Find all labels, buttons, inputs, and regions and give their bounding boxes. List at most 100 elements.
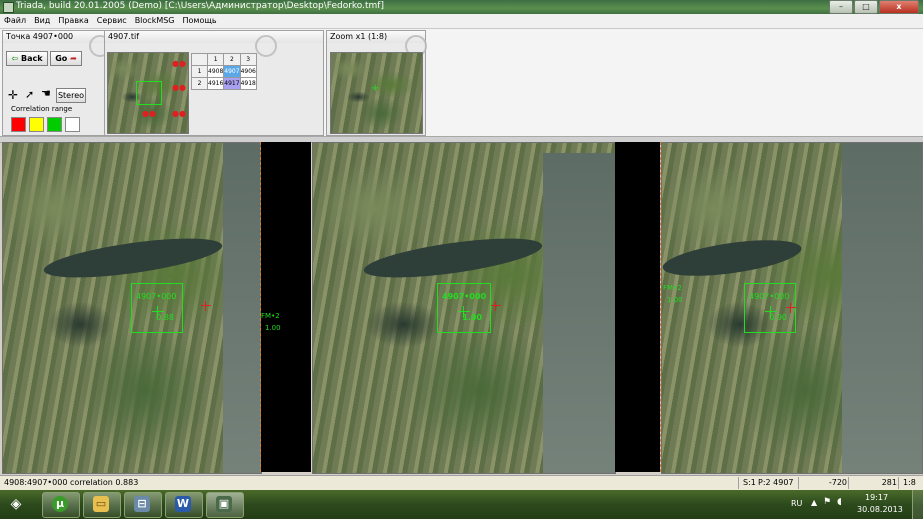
correlation-swatch-yellow[interactable] xyxy=(29,117,44,132)
correlation-swatch-green[interactable] xyxy=(47,117,62,132)
menu-service[interactable]: Сервис xyxy=(93,14,131,28)
menu-blockmsg[interactable]: BlockMSG xyxy=(131,14,179,28)
system-tray: RU ▲ ⚑ ◖ 19:17 30.08.2013 xyxy=(783,490,923,519)
grid-header-cell: 1 xyxy=(206,53,225,66)
image-view-left[interactable]: 4907•000 0.88 xyxy=(2,142,262,474)
measurement-box[interactable]: 4907•000 1.00 xyxy=(437,283,491,333)
volume-icon[interactable]: ◖ xyxy=(837,497,842,507)
grid-row-header: 2 xyxy=(191,77,208,90)
triada-icon: ▣ xyxy=(216,496,232,512)
status-point: P:2 4907 xyxy=(758,478,794,487)
grid-cell[interactable]: 4916 xyxy=(206,77,225,90)
back-button[interactable]: ⇦ Back xyxy=(6,51,48,66)
river-area xyxy=(662,233,804,283)
menu-edit[interactable]: Правка xyxy=(54,14,92,28)
measurement-label: 4907•000 xyxy=(749,292,790,301)
measurement-label: 4907•000 xyxy=(136,292,177,301)
folder-icon: ▭ xyxy=(93,496,109,512)
measurement-label: 4907•000 xyxy=(442,292,487,301)
menu-view[interactable]: Вид xyxy=(30,14,54,28)
crosshair-tool-icon[interactable]: ✛ xyxy=(8,89,18,101)
maximize-button[interactable]: □ xyxy=(854,0,878,14)
thumbnail-selection-box xyxy=(136,81,162,105)
taskbar-utorrent[interactable]: µ xyxy=(42,492,80,518)
clock-time[interactable]: 19:17 xyxy=(865,493,888,502)
menu-file[interactable]: Файл xyxy=(0,14,30,28)
no-data-area xyxy=(615,142,660,472)
minimize-button[interactable]: – xyxy=(829,0,853,14)
grid-cell[interactable]: 4918 xyxy=(239,77,257,90)
frame-grid: 1 2 3 1 4908 4907 4906 2 4916 4917 4918 xyxy=(191,53,257,90)
correlation-value: 1.00 xyxy=(462,313,482,322)
menu-bar: Файл Вид Правка Сервис BlockMSG Помощь xyxy=(0,14,923,29)
zoom-crosshair-icon: + xyxy=(371,83,380,94)
status-y: 281 xyxy=(848,477,899,489)
edge-point-value: 1.00 xyxy=(265,324,281,332)
grid-header-cell xyxy=(191,53,208,66)
edge-point-label: FM•2 xyxy=(663,284,682,292)
thumbnail-marker-icon: ●● xyxy=(172,59,186,68)
tif-thumbnail[interactable]: ●● ●● ●● ●● xyxy=(107,52,189,134)
measurement-box[interactable]: 4907•000 0.88 xyxy=(131,283,183,333)
go-arrow-icon: ➦ xyxy=(70,54,77,63)
flag-icon[interactable]: ⚑ xyxy=(823,497,831,507)
edge-point-value: 1.00 xyxy=(667,296,683,304)
pointer-tool-icon[interactable]: ➚ xyxy=(25,89,34,101)
correlation-swatch-white[interactable] xyxy=(65,117,80,132)
go-button[interactable]: Go ➦ xyxy=(50,51,82,66)
edge-point-label: FM•2 xyxy=(261,312,280,320)
grid-cell[interactable]: 4906 xyxy=(239,65,257,78)
grid-header-cell: 2 xyxy=(223,53,241,66)
language-indicator[interactable]: RU xyxy=(791,499,802,508)
image-view-right[interactable]: 4907•000 0.90 xyxy=(661,142,923,474)
back-arrow-icon: ⇦ xyxy=(11,54,19,63)
start-orb-icon[interactable]: ◈ xyxy=(4,493,28,515)
close-button[interactable]: x xyxy=(879,0,919,14)
thumbnail-marker-icon: ●● xyxy=(142,109,156,118)
show-desktop-button[interactable] xyxy=(912,490,923,519)
tif-panel-title: 4907.tif xyxy=(105,31,323,43)
taskbar-explorer[interactable]: ▭ xyxy=(83,492,121,518)
app-icon xyxy=(3,2,14,13)
title-bar: Triada, build 20.01.2005 (Demo) [C:\User… xyxy=(0,0,923,14)
river-area xyxy=(41,230,225,286)
correlation-swatch-red[interactable] xyxy=(11,117,26,132)
status-zoom: 1:8 xyxy=(898,477,916,489)
taskbar-word[interactable]: W xyxy=(165,492,203,518)
stereo-button[interactable]: Stereo xyxy=(56,88,86,103)
network-drive-icon: ⊟ xyxy=(134,496,150,512)
grid-row-header: 1 xyxy=(191,65,208,78)
image-view-center[interactable]: 4907•000 1.00 xyxy=(312,142,616,474)
red-marker-icon xyxy=(786,303,796,313)
status-bar: 4908:4907•000 correlation 0.883 S:1 P:2 … xyxy=(0,475,923,490)
zoom-preview: + xyxy=(330,52,423,134)
river-area xyxy=(361,230,545,286)
correlation-value: 0.90 xyxy=(769,313,787,322)
back-button-label: Back xyxy=(20,54,43,63)
menu-help[interactable]: Помощь xyxy=(179,14,221,28)
hand-tool-icon[interactable]: ☚ xyxy=(41,88,51,100)
window-title: Triada, build 20.01.2005 (Demo) [C:\User… xyxy=(16,1,384,11)
zoom-panel: Zoom x1 (1:8) + xyxy=(326,30,427,136)
tool-panels: Точка 4907•000 ⇦ Back Go ➦ ✛ ➚ ☚ Stereo … xyxy=(0,29,923,136)
point-panel: Точка 4907•000 ⇦ Back Go ➦ ✛ ➚ ☚ Stereo … xyxy=(2,30,111,136)
taskbar-network[interactable]: ⊟ xyxy=(124,492,162,518)
status-message: 4908:4907•000 correlation 0.883 xyxy=(4,478,139,487)
no-data-area xyxy=(261,142,311,472)
tray-expand-icon[interactable]: ▲ xyxy=(811,498,817,507)
utorrent-icon: µ xyxy=(52,496,68,512)
water-area xyxy=(842,143,922,473)
grid-cell-highlighted[interactable]: 4917 xyxy=(223,77,241,90)
clock-date[interactable]: 30.08.2013 xyxy=(857,505,903,514)
word-icon: W xyxy=(175,496,191,512)
decor-swirl-icon xyxy=(255,35,277,57)
go-button-label: Go xyxy=(55,54,68,63)
grid-cell-selected[interactable]: 4907 xyxy=(223,65,241,78)
thumbnail-marker-icon: ●● xyxy=(172,83,186,92)
taskbar-triada[interactable]: ▣ xyxy=(206,492,244,518)
tif-panel: 4907.tif ●● ●● ●● ●● 1 2 3 1 4908 4907 4… xyxy=(104,30,324,136)
correlation-value: 0.88 xyxy=(156,313,174,322)
water-area xyxy=(223,143,261,473)
taskbar: ◈ µ ▭ ⊟ W ▣ RU ▲ ⚑ ◖ 19:17 30.08.2013 xyxy=(0,490,923,519)
grid-cell[interactable]: 4908 xyxy=(206,65,225,78)
